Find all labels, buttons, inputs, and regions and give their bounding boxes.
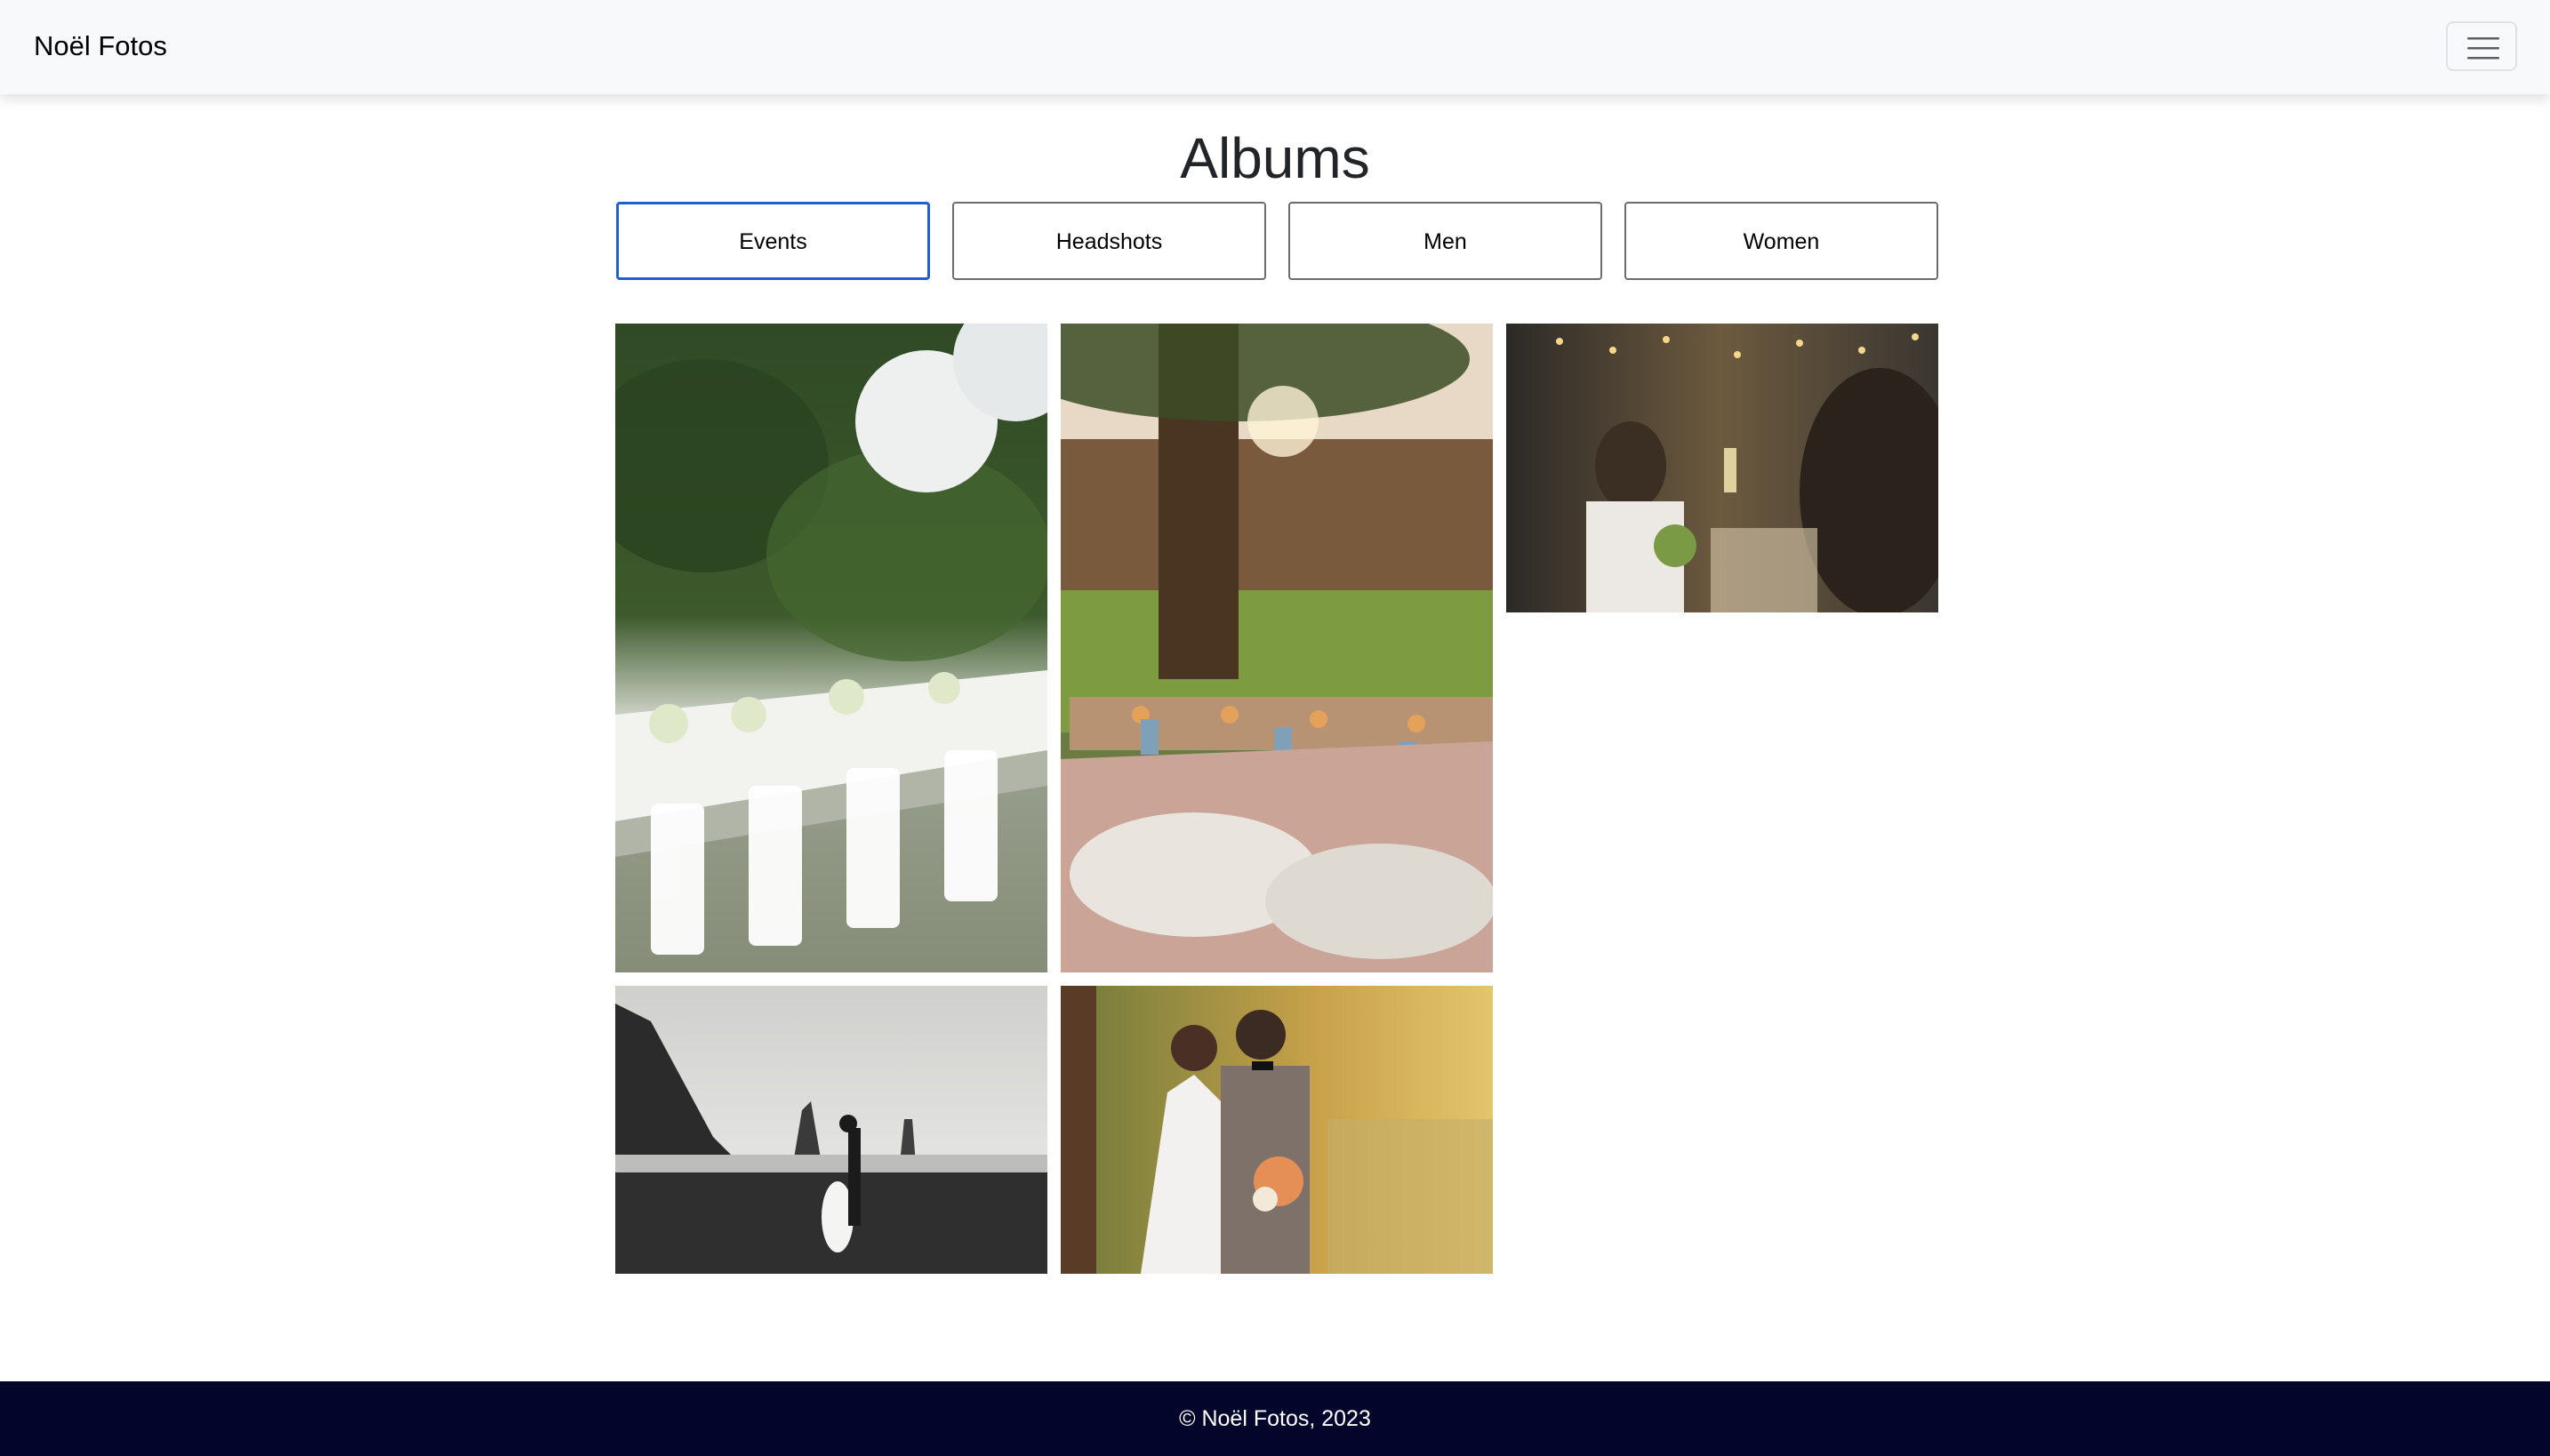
photo-outdoor-table[interactable] <box>615 324 1047 972</box>
photo-backyard-picnic[interactable] <box>1061 324 1493 972</box>
photo-outdoor-table-image <box>615 324 1047 972</box>
photo-reception-toast-image <box>1506 324 1938 612</box>
album-button-events[interactable]: Events <box>616 202 930 280</box>
photo-beach-couple-image <box>615 986 1047 1274</box>
footer: © Noël Fotos, 2023 <box>0 1381 2550 1456</box>
page-title: Albums <box>1180 126 1370 190</box>
navbar: Noël Fotos <box>0 0 2550 94</box>
footer-copyright: © Noël Fotos, 2023 <box>1179 1406 1371 1431</box>
album-button-headshots[interactable]: Headshots <box>952 202 1266 280</box>
hamburger-menu-icon <box>2467 37 2499 60</box>
menu-toggle-button[interactable] <box>2446 21 2517 71</box>
photo-reception-toast[interactable] <box>1506 324 1938 612</box>
photo-lakeside-couple[interactable] <box>1061 986 1493 1274</box>
photo-lakeside-couple-image <box>1061 986 1493 1274</box>
brand-link[interactable]: Noël Fotos <box>34 27 167 66</box>
photo-backyard-picnic-image <box>1061 324 1493 972</box>
photo-beach-couple[interactable] <box>615 986 1047 1274</box>
album-button-men[interactable]: Men <box>1288 202 1602 280</box>
album-button-women[interactable]: Women <box>1624 202 1938 280</box>
